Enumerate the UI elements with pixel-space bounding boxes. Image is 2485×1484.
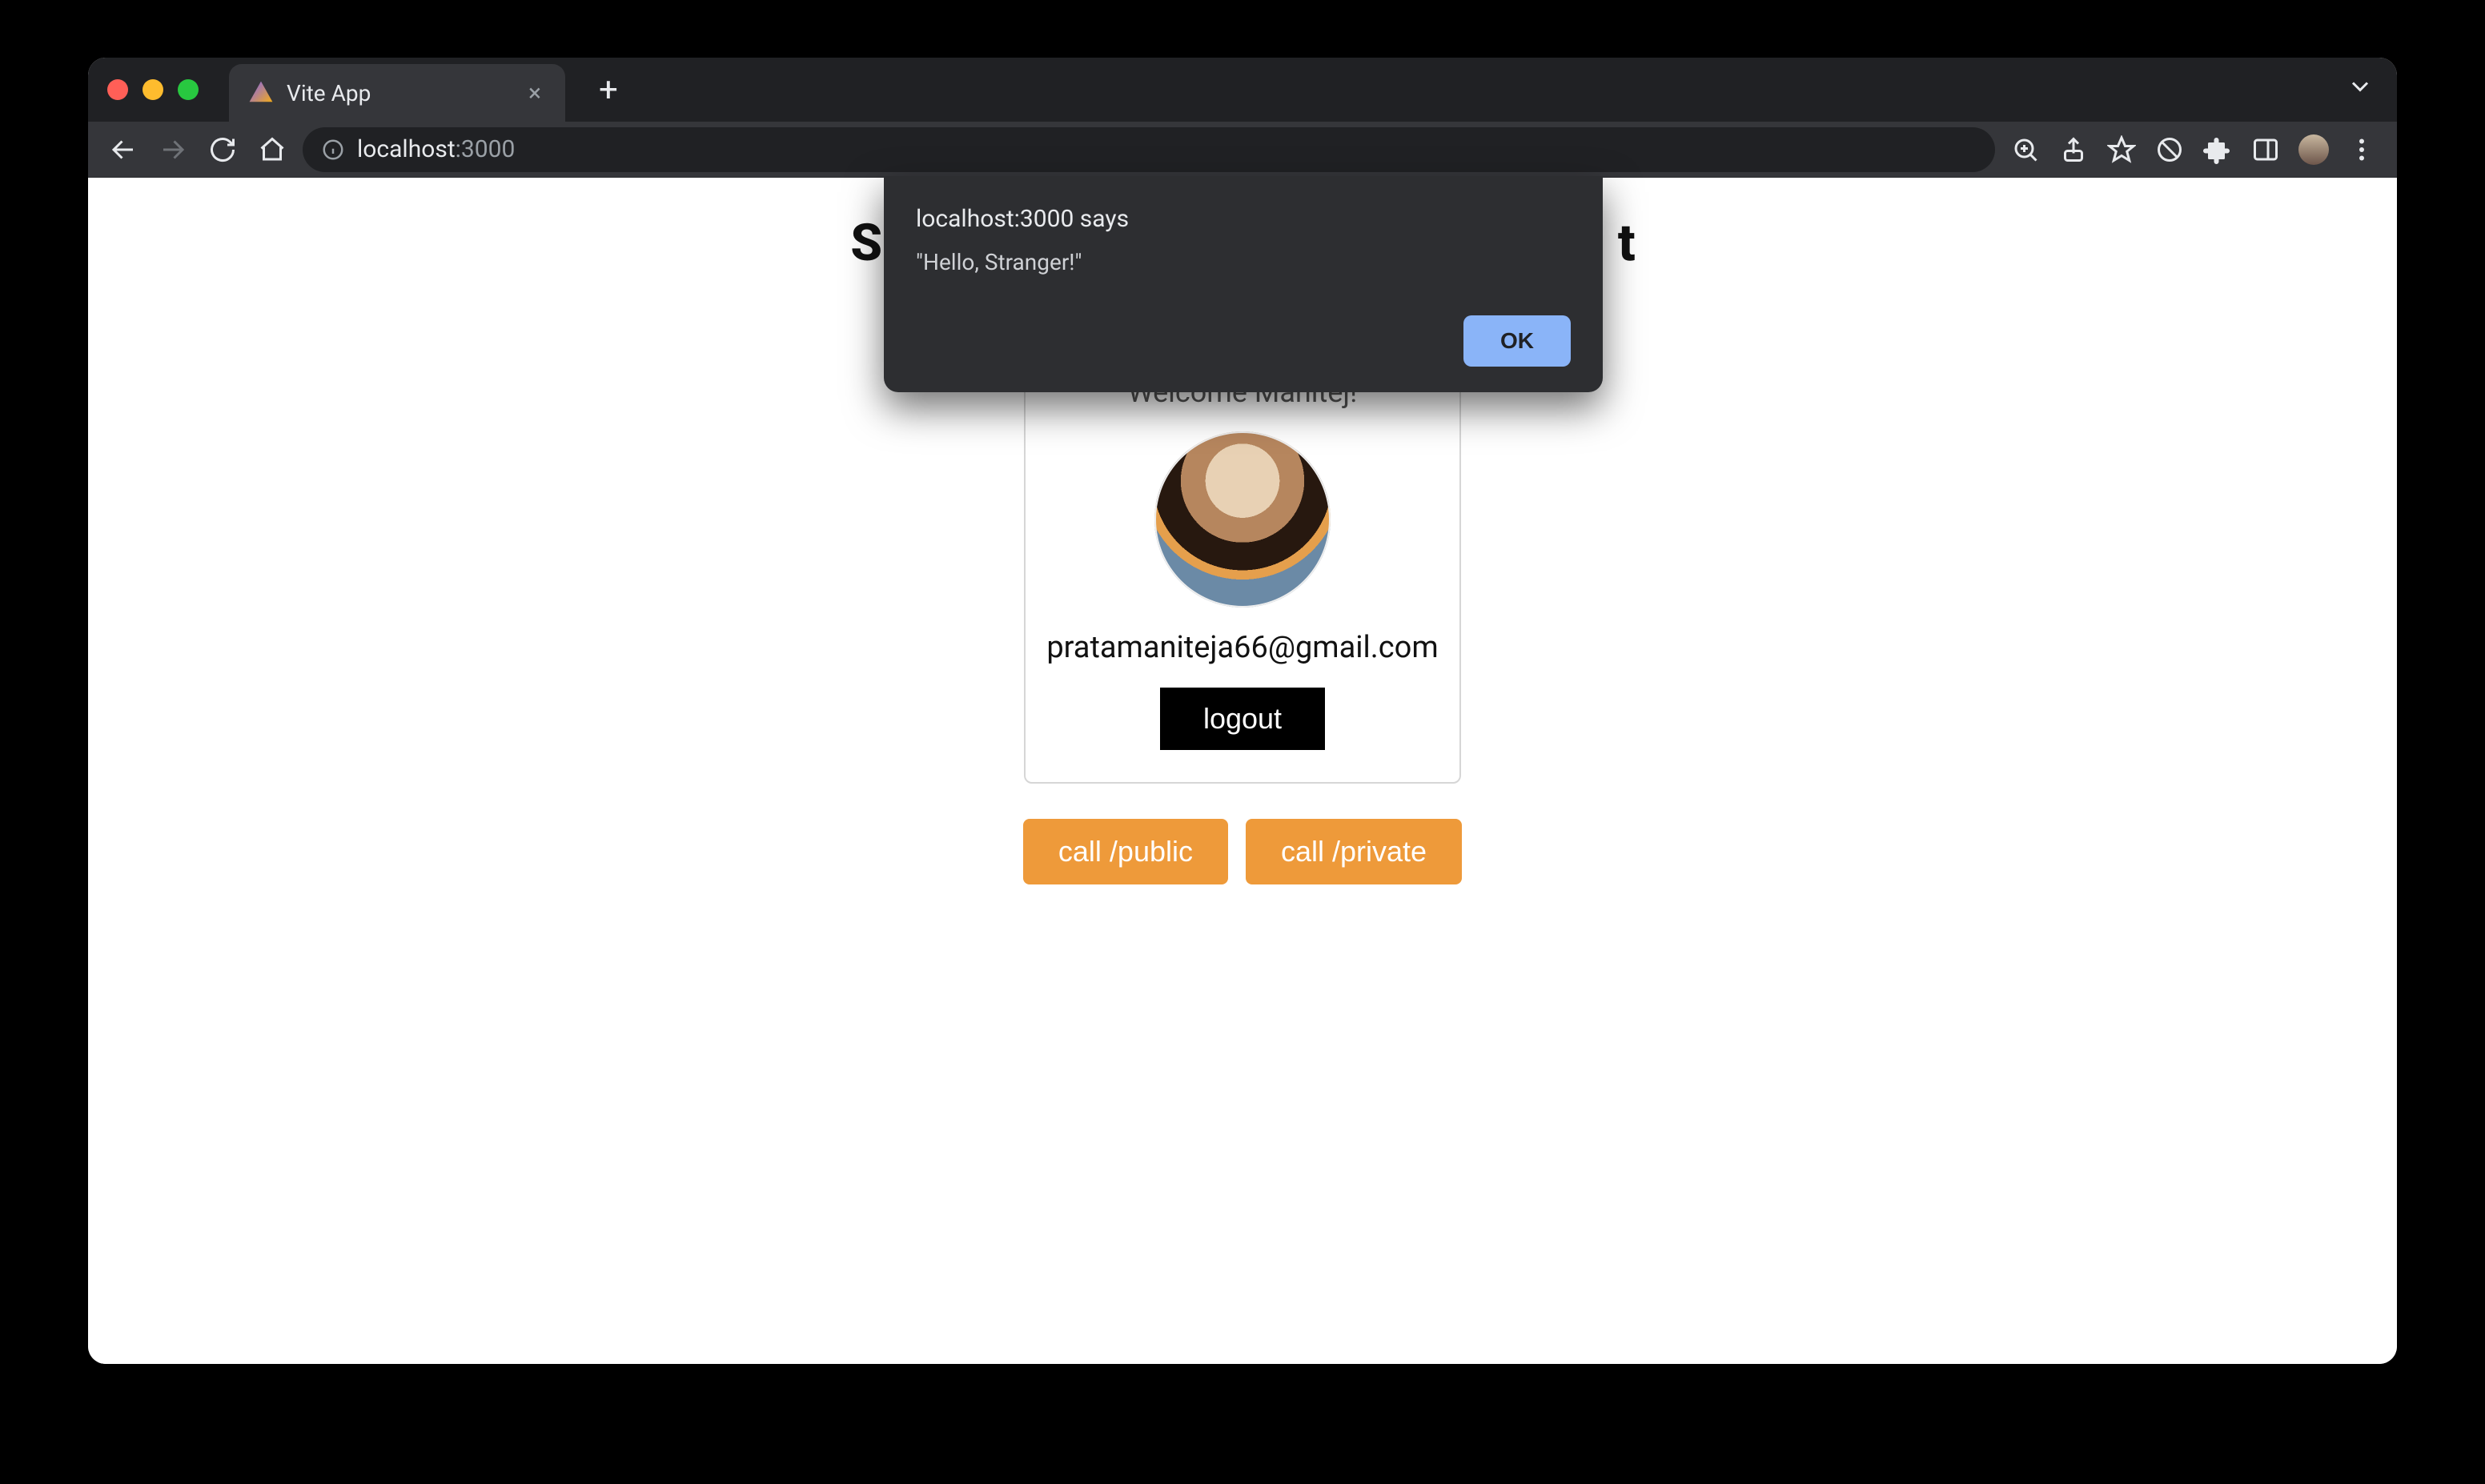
user-card: Welcome Manitej! pratamaniteja66@gmail.c… [1024, 345, 1461, 784]
url-host: localhost [357, 135, 456, 163]
minimize-window-icon[interactable] [143, 79, 163, 100]
logout-button[interactable]: logout [1160, 688, 1325, 750]
close-tab-icon[interactable]: × [524, 79, 546, 107]
user-avatar [1154, 431, 1331, 608]
call-private-button[interactable]: call /private [1246, 819, 1462, 884]
user-email: pratamaniteja66@gmail.com [1046, 630, 1438, 665]
forward-button[interactable] [154, 130, 192, 169]
site-info-icon[interactable] [319, 135, 347, 164]
heading-suffix: t [1618, 213, 1635, 273]
chevron-down-icon[interactable] [2346, 72, 2375, 108]
tab-title: Vite App [287, 80, 511, 106]
bookmark-star-icon[interactable] [2102, 130, 2141, 169]
toolbar-right [2006, 130, 2381, 169]
address-bar[interactable]: localhost:3000 [303, 127, 1995, 172]
back-button[interactable] [104, 130, 143, 169]
reload-button[interactable] [203, 130, 242, 169]
call-public-button[interactable]: call /public [1023, 819, 1228, 884]
menu-kebab-icon[interactable] [2342, 130, 2381, 169]
extensions-icon[interactable] [2198, 130, 2237, 169]
browser-window: Vite App × + localhost:3000 [88, 58, 2397, 1364]
share-icon[interactable] [2054, 130, 2093, 169]
new-tab-button[interactable]: + [591, 70, 626, 110]
vite-favicon-icon [248, 80, 274, 106]
close-window-icon[interactable] [107, 79, 128, 100]
alert-message: "Hello, Stranger!" [916, 249, 1571, 275]
maximize-window-icon[interactable] [178, 79, 199, 100]
profile-avatar[interactable] [2294, 130, 2333, 169]
js-alert-dialog: localhost:3000 says "Hello, Stranger!" O… [884, 176, 1603, 392]
title-bar: Vite App × + [88, 58, 2397, 122]
url-text: localhost:3000 [357, 135, 515, 163]
call-buttons-row: call /public call /private [1023, 819, 1462, 884]
home-button[interactable] [253, 130, 291, 169]
url-path: :3000 [456, 135, 516, 163]
sidepanel-icon[interactable] [2246, 130, 2285, 169]
zoom-icon[interactable] [2006, 130, 2045, 169]
window-controls [107, 79, 199, 100]
alert-ok-button[interactable]: OK [1463, 315, 1571, 367]
browser-tab[interactable]: Vite App × [229, 64, 565, 122]
alert-title: localhost:3000 says [916, 205, 1571, 233]
heading-prefix: S [850, 213, 881, 273]
toolbar: localhost:3000 [88, 122, 2397, 178]
alert-actions: OK [916, 315, 1571, 367]
adblock-icon[interactable] [2150, 130, 2189, 169]
avatar-icon [2298, 134, 2329, 165]
